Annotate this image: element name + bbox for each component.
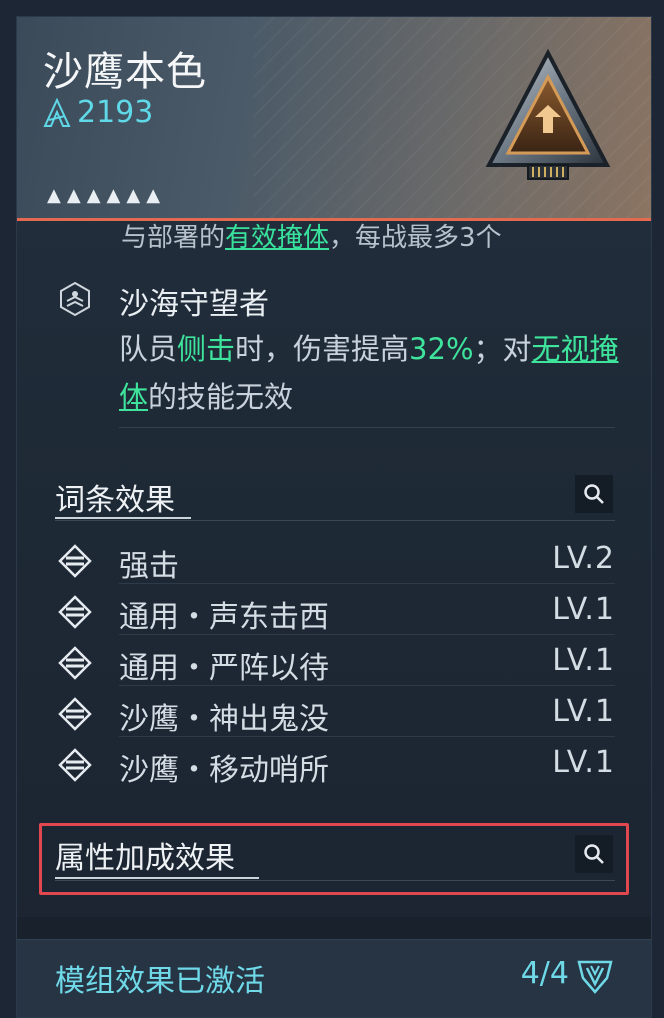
star-icon: ▲ bbox=[126, 185, 141, 206]
entry-separator bbox=[119, 634, 615, 635]
search-icon bbox=[584, 484, 604, 504]
star-icon: ▲ bbox=[47, 185, 61, 206]
entry-diamond-icon bbox=[58, 544, 92, 578]
entry-separator bbox=[119, 685, 615, 686]
entries-section-line bbox=[55, 520, 615, 521]
skill-desc-part: 队员 bbox=[119, 332, 178, 366]
attributes-section-highlight bbox=[39, 823, 629, 895]
entry-diamond-icon bbox=[58, 595, 92, 629]
power-rating: 2193 bbox=[43, 95, 153, 130]
star-icon: ▲ bbox=[106, 185, 121, 206]
clipped-text-prefix: 与部署的 bbox=[121, 223, 226, 253]
clipped-description: 与部署的有效掩体，每战最多3个 bbox=[121, 223, 502, 254]
skill-desc-part: ；对 bbox=[473, 332, 532, 366]
entry-row[interactable]: 通用・严阵以待 LV.1 bbox=[55, 637, 615, 687]
module-detail-panel: 与部署的有效掩体，每战最多3个 沙海守望者 队员侧击时，伤害提高32%；对无视掩… bbox=[16, 16, 652, 1018]
skill-desc-part: 时，伤害提高 bbox=[235, 332, 410, 366]
star-icon: ▲ bbox=[146, 185, 161, 206]
module-title: 沙鹰本色 bbox=[43, 49, 207, 95]
skill-description: 队员侧击时，伤害提高32%；对无视掩体的技能无效 bbox=[119, 325, 619, 421]
shield-badge-icon bbox=[60, 281, 90, 317]
entry-diamond-icon bbox=[58, 646, 92, 680]
module-crest-icon bbox=[577, 960, 613, 994]
entry-level: LV.2 bbox=[552, 541, 615, 576]
entry-name: 沙鹰・神出鬼没 bbox=[119, 702, 329, 737]
entry-separator bbox=[119, 736, 615, 737]
entry-row[interactable]: 沙鹰・移动哨所 LV.1 bbox=[55, 739, 615, 789]
entry-name: 通用・严阵以待 bbox=[119, 651, 329, 686]
entries-title-underline bbox=[55, 517, 191, 519]
entry-row[interactable]: 通用・声东击西 LV.1 bbox=[55, 586, 615, 636]
module-status-bar: 模组效果已激活 4/4 bbox=[17, 939, 651, 1017]
entry-diamond-icon bbox=[58, 748, 92, 782]
entry-separator bbox=[119, 583, 615, 584]
entry-name: 沙鹰・移动哨所 bbox=[119, 753, 329, 788]
footer-gap bbox=[17, 917, 651, 939]
entry-row[interactable]: 强击 LV.2 bbox=[55, 535, 615, 585]
entries-section-title: 词条效果 bbox=[55, 483, 175, 518]
entry-level: LV.1 bbox=[552, 643, 615, 678]
clipped-text-suffix: ，每战最多3个 bbox=[329, 223, 502, 253]
module-emblem-icon bbox=[485, 48, 611, 180]
entry-level: LV.1 bbox=[552, 592, 615, 627]
module-status-label: 模组效果已激活 bbox=[55, 964, 265, 999]
star-rating: ▲ ▲ ▲ ▲ ▲ ▲ bbox=[47, 187, 160, 205]
power-icon bbox=[43, 97, 71, 127]
entry-name: 通用・声东击西 bbox=[119, 600, 329, 635]
divider bbox=[119, 427, 615, 428]
skill-desc-part: 的技能无效 bbox=[148, 380, 294, 414]
skill-name: 沙海守望者 bbox=[119, 287, 269, 322]
star-icon: ▲ bbox=[86, 185, 101, 206]
module-status-count: 4/4 bbox=[520, 956, 569, 991]
power-value: 2193 bbox=[77, 95, 154, 130]
entry-diamond-icon bbox=[58, 697, 92, 731]
entry-level: LV.1 bbox=[552, 694, 615, 729]
entries-search-button[interactable] bbox=[575, 475, 613, 513]
star-icon: ▲ bbox=[66, 185, 81, 206]
entry-level: LV.1 bbox=[552, 745, 615, 780]
module-header-card: 沙鹰本色 2193 ▲ ▲ ▲ ▲ ▲ ▲ bbox=[17, 17, 651, 221]
clipped-text-highlight[interactable]: 有效掩体 bbox=[225, 223, 329, 253]
skill-keyword-flank: 侧击 bbox=[177, 332, 236, 366]
skill-value: 32% bbox=[409, 332, 474, 366]
entry-name: 强击 bbox=[119, 549, 179, 584]
entry-row[interactable]: 沙鹰・神出鬼没 LV.1 bbox=[55, 688, 615, 738]
